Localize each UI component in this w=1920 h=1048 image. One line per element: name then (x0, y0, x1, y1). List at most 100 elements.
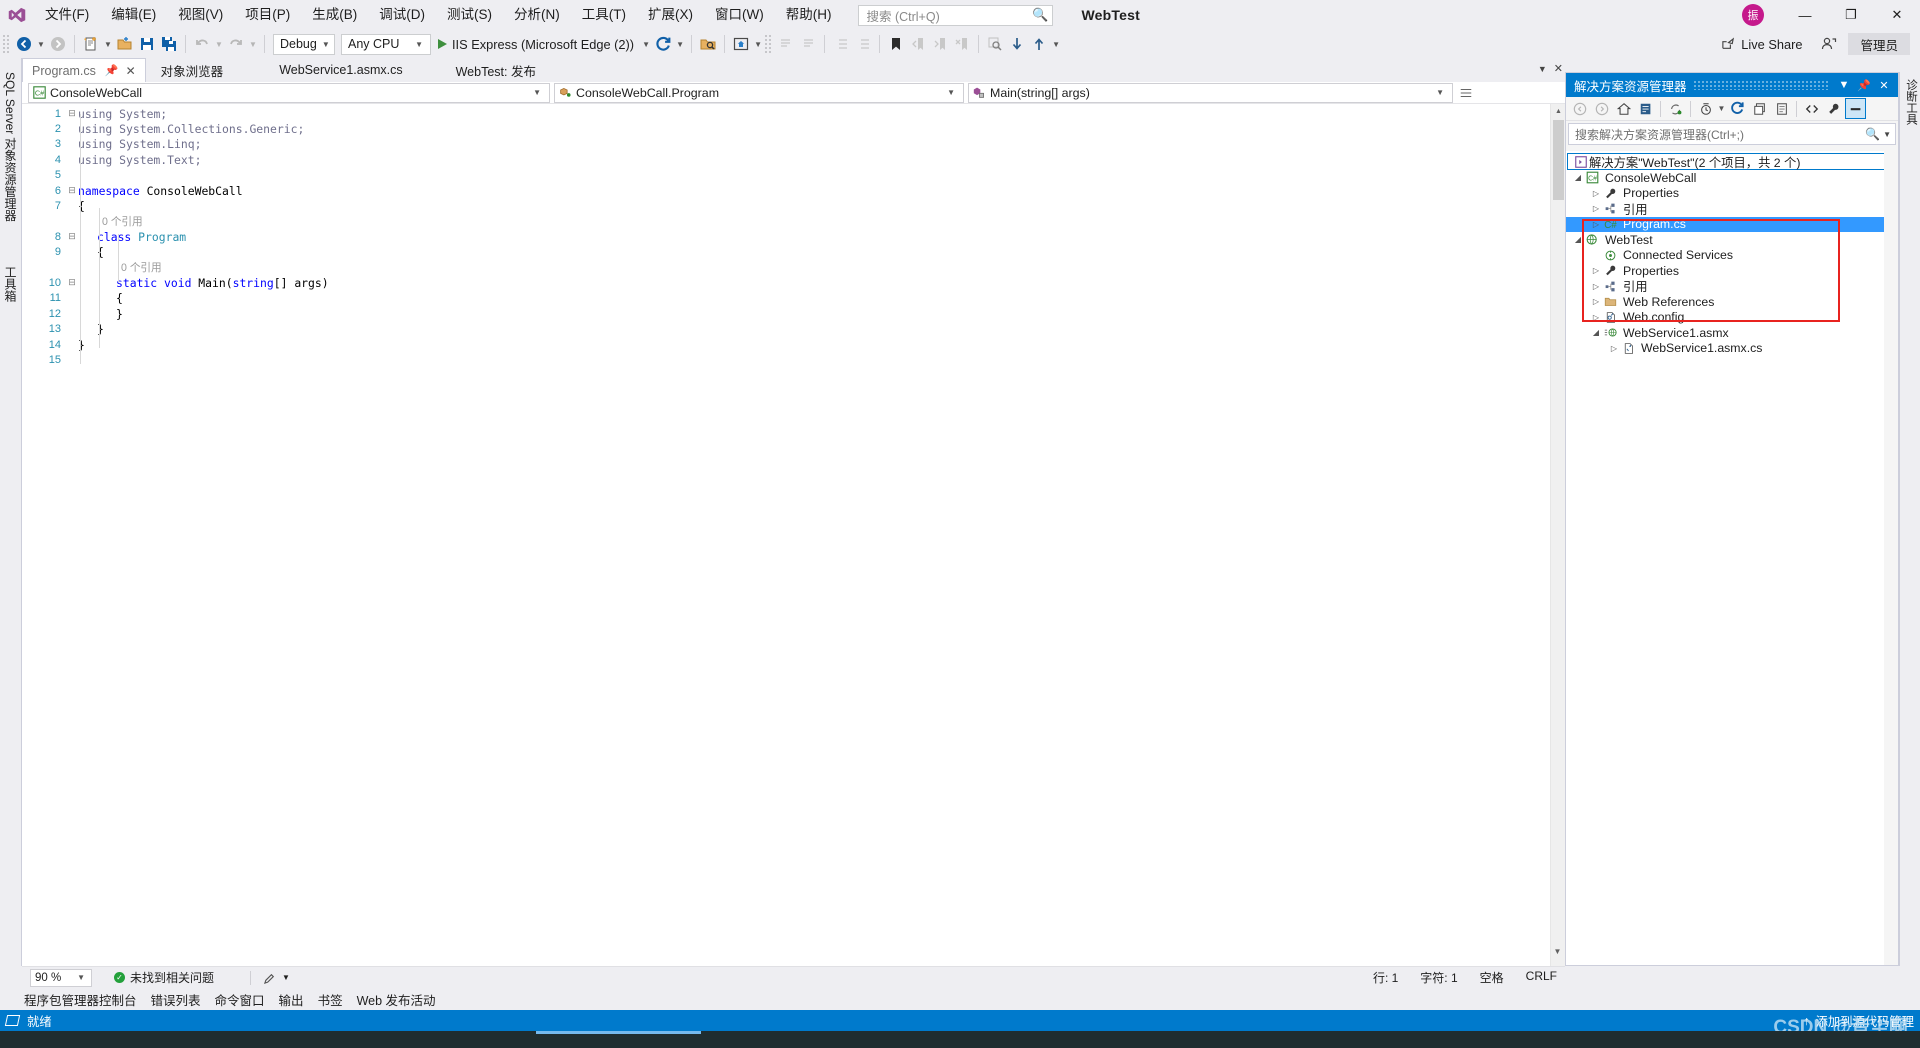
chevron-right-icon[interactable]: ▷ (1590, 266, 1602, 275)
code-line[interactable]: 10 ⊟ static void Main(string[] args) (22, 275, 1550, 290)
scroll-bottom-marker[interactable]: ▼ (1550, 944, 1565, 958)
new-project-icon[interactable] (80, 33, 102, 55)
chevron-right-icon[interactable]: ▷ (1590, 204, 1602, 213)
chevron-right-icon[interactable]: ▷ (1590, 313, 1602, 322)
solution-configuration-combo[interactable]: Debug ▼ (273, 33, 335, 55)
code-line[interactable]: 14} (22, 337, 1550, 352)
solution-explorer-search[interactable]: 搜索解决方案资源管理器(Ctrl+;) 🔍 ▼ (1568, 123, 1896, 145)
tree-item-properties[interactable]: ▷ Properties (1566, 263, 1898, 279)
show-all-files-icon[interactable] (1695, 98, 1716, 119)
chevron-right-icon[interactable]: ▷ (1590, 282, 1602, 291)
drag-handle[interactable] (1692, 80, 1828, 90)
fold-toggle-icon[interactable]: ⊟ (66, 108, 78, 119)
toolbar-grip-2[interactable] (764, 34, 774, 54)
pin-icon[interactable]: 📌 (105, 64, 119, 77)
toolbar-overflow-button[interactable]: ▼ (1050, 40, 1062, 49)
tree-item-[interactable]: ▷ 引用 (1566, 201, 1898, 217)
navigate-backward-icon[interactable] (13, 33, 35, 55)
code-line[interactable]: 6 ⊟ namespace ConsoleWebCall (22, 183, 1550, 198)
tree-item-web-references[interactable]: ▷ Web References (1566, 294, 1898, 310)
fold-toggle-icon[interactable]: ⊟ (66, 231, 78, 242)
code-line[interactable]: 13} (22, 321, 1550, 336)
issues-indicator[interactable]: ✓ 未找到相关问题 (114, 969, 214, 986)
fold-toggle-icon[interactable]: ⊟ (66, 185, 78, 196)
bottom-tab-output[interactable]: 输出 (279, 990, 304, 1009)
menu-item-analyze[interactable]: 分析(N) (503, 3, 571, 27)
code-line[interactable]: 12} (22, 306, 1550, 321)
code-line[interactable]: 9{ (22, 245, 1550, 260)
menu-item-project[interactable]: 项目(P) (234, 3, 301, 27)
run-target-dropdown[interactable]: ▼ (640, 40, 652, 49)
solution-tree[interactable]: 解决方案"WebTest"(2 个项目，共 2 个) ◢ C# ConsoleWeb… (1566, 151, 1898, 965)
navbar-member-selector[interactable]: Main(string[] args) ▼ (968, 82, 1453, 103)
chevron-right-icon[interactable]: ▷ (1590, 189, 1602, 198)
close-document-icon[interactable]: ✕ (1554, 62, 1563, 75)
minimize-button[interactable]: — (1782, 0, 1828, 30)
solution-tree-body[interactable]: ◢ C# ConsoleWebCall ▷ Properties ▷ 引用 ▷ C# Progra… (1566, 170, 1898, 356)
code-lines[interactable]: 1 ⊟ using System; 2 using System.Collections… (22, 106, 1550, 368)
bottom-tab-package-manager-console[interactable]: 程序包管理器控制台 (24, 990, 137, 1009)
code-line[interactable]: 3 using System.Linq; (22, 137, 1550, 152)
code-line[interactable]: 1 ⊟ using System; (22, 106, 1550, 121)
scroll-up-icon[interactable]: ▲ (1551, 104, 1566, 119)
left-dock-tab-toolbox[interactable]: 工具箱 (0, 258, 22, 310)
chevron-down-icon[interactable]: ▼ (1883, 130, 1891, 139)
scrollbar-thumb[interactable] (1553, 120, 1564, 200)
code-line[interactable]: 4 using System.Text; (22, 152, 1550, 167)
window-menu-icon[interactable]: ▼ (1834, 75, 1854, 95)
chevron-down-icon[interactable]: ◢ (1590, 328, 1602, 337)
indent-indicator[interactable]: 空格 (1480, 969, 1504, 986)
new-project-dropdown[interactable]: ▼ (102, 40, 114, 49)
properties-window-icon[interactable] (1771, 98, 1792, 119)
menu-item-test[interactable]: 测试(S) (436, 3, 503, 27)
menu-item-debug[interactable]: 调试(D) (368, 3, 436, 27)
home-icon[interactable] (1613, 98, 1634, 119)
save-icon[interactable] (136, 33, 158, 55)
avatar[interactable]: 振 (1742, 4, 1764, 26)
find-next-icon[interactable] (1006, 33, 1028, 55)
tree-item-web-config[interactable]: ▷ Web.config (1566, 310, 1898, 326)
live-share-button[interactable]: Live Share (1717, 33, 1808, 55)
split-view-icon[interactable] (1459, 86, 1473, 100)
bottom-tab-command-window[interactable]: 命令窗口 (215, 990, 265, 1009)
refresh-dropdown[interactable]: ▼ (674, 40, 686, 49)
view-in-browser-icon[interactable] (730, 33, 752, 55)
pin-icon[interactable]: 📌 (1854, 75, 1874, 95)
menu-item-view[interactable]: 视图(V) (167, 3, 234, 27)
tree-item-webtest[interactable]: ◢ WebTest (1566, 232, 1898, 248)
wrench-icon[interactable] (1823, 98, 1844, 119)
view-in-browser-dropdown[interactable]: ▼ (752, 40, 764, 49)
open-file-icon[interactable] (114, 33, 136, 55)
code-line[interactable]: 8 ⊟ class Program (22, 229, 1550, 244)
chevron-down-icon[interactable]: ◢ (1572, 173, 1584, 182)
navbar-type-selector[interactable]: ConsoleWebCall.Program ▼ (554, 82, 964, 103)
menu-item-extensions[interactable]: 扩展(X) (637, 3, 704, 27)
find-previous-icon[interactable] (1028, 33, 1050, 55)
code-editor[interactable]: 1 ⊟ using System; 2 using System.Collections… (22, 104, 1550, 966)
code-line[interactable]: 15 (22, 352, 1550, 367)
left-dock-tab-sql-server[interactable]: SQL Server 对象资源管理器 (0, 64, 22, 230)
pending-changes-icon[interactable] (1635, 98, 1656, 119)
source-control-status[interactable]: ↑ 添加到源代码管理 (1803, 1012, 1914, 1030)
editor-vertical-scrollbar[interactable]: ▲ ▼ (1550, 104, 1565, 966)
source-control-label[interactable]: 添加到源代码管理 (1816, 1012, 1914, 1030)
navbar-project-selector[interactable]: C# ConsoleWebCall ▼ (28, 82, 550, 103)
navigate-backward-dropdown[interactable]: ▼ (35, 40, 47, 49)
preview-selected-items-icon[interactable] (1845, 98, 1866, 119)
document-tab-object-browser[interactable]: 对象浏览器 (152, 58, 233, 82)
tree-item-webservice1-asmx-cs[interactable]: ▷ WebService1.asmx.cs (1566, 341, 1898, 357)
eol-indicator[interactable]: CRLF (1526, 969, 1557, 986)
code-line[interactable]: 11 { (22, 291, 1550, 306)
document-tab-webtest-publish[interactable]: WebTest: 发布 (447, 58, 545, 82)
menu-item-file[interactable]: 文件(F) (34, 3, 100, 27)
solution-root-row[interactable]: 解决方案"WebTest"(2 个项目，共 2 个) (1567, 153, 1897, 170)
fold-toggle-icon[interactable]: ⊟ (66, 277, 78, 288)
close-icon[interactable]: ✕ (126, 64, 136, 78)
close-button[interactable]: ✕ (1874, 0, 1920, 30)
tree-item-connected-services[interactable]: Connected Services (1566, 248, 1898, 264)
document-tab-webservice1-asmx-cs[interactable]: WebService1.asmx.cs (270, 58, 411, 82)
view-code-icon[interactable] (1801, 98, 1822, 119)
chevron-down-icon[interactable]: ◢ (1572, 235, 1584, 244)
codelens-row[interactable]: 0 个引用 (22, 214, 1550, 229)
restore-button[interactable]: ❐ (1828, 0, 1874, 30)
